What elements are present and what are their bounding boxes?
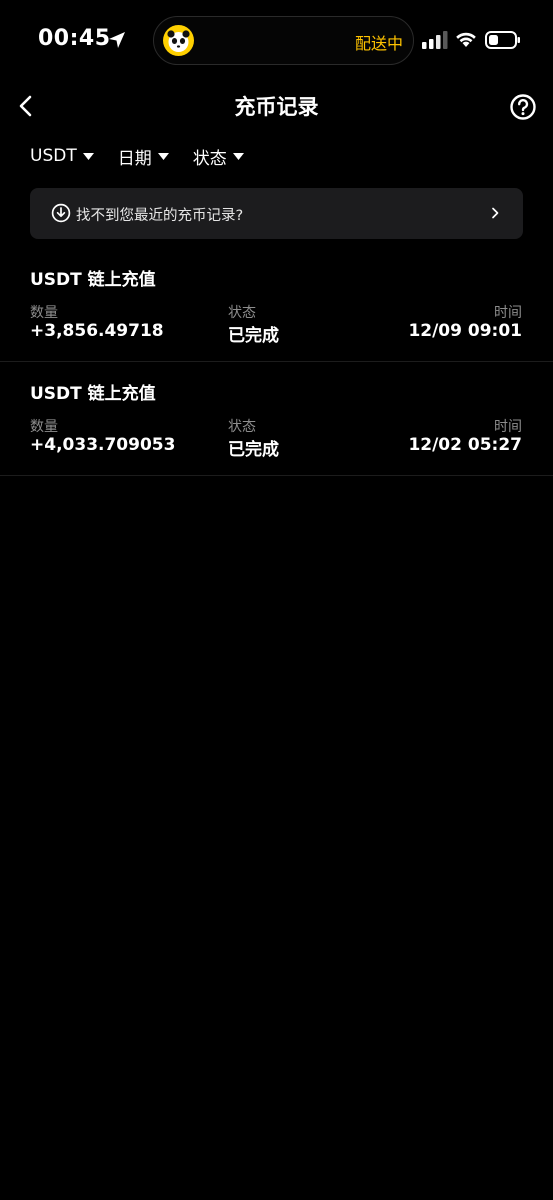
status-time: 00:45 xyxy=(38,26,111,51)
caret-down-icon xyxy=(82,152,94,160)
time-value: 12/09 09:01 xyxy=(408,321,522,341)
delivery-status-text: 配送中 xyxy=(354,34,403,53)
filter-coin[interactable]: USDT xyxy=(30,142,94,170)
location-arrow-icon xyxy=(109,32,125,48)
amount-value: +4,033.709053 xyxy=(30,435,176,455)
time-label: 时间 xyxy=(494,419,522,435)
page-title: 充币记录 xyxy=(234,95,319,119)
time-label: 时间 xyxy=(494,305,522,321)
status-value: 已完成 xyxy=(228,440,279,460)
filter-status-label: 状态 xyxy=(192,148,227,169)
notice-text: 找不到您最近的充币记录? xyxy=(76,208,244,224)
status-value: 已完成 xyxy=(228,326,279,346)
deposit-record[interactable]: USDT 链上充值 数量 +4,033.709053 状态 已完成 时间 12/… xyxy=(0,362,553,476)
dynamic-island[interactable]: 配送中 xyxy=(153,16,414,65)
filter-coin-label: USDT xyxy=(30,146,77,166)
missing-deposit-notice[interactable]: 找不到您最近的充币记录? xyxy=(30,188,523,239)
caret-down-icon xyxy=(232,152,244,160)
wifi-icon xyxy=(456,32,476,47)
question-circle-icon[interactable] xyxy=(509,93,537,121)
amount-label: 数量 xyxy=(30,305,58,321)
filter-date[interactable]: 日期 xyxy=(118,142,169,170)
amount-value: +3,856.49718 xyxy=(30,321,164,341)
battery-icon xyxy=(485,31,520,49)
nav-bar: 充币记录 xyxy=(0,80,553,132)
amount-label: 数量 xyxy=(30,419,58,435)
panda-app-icon xyxy=(163,25,194,56)
status-bar: 00:45 配送中 xyxy=(0,0,553,80)
filter-bar: USDT 日期 状态 xyxy=(30,142,268,170)
deposit-record[interactable]: USDT 链上充值 数量 +3,856.49718 状态 已完成 时间 12/0… xyxy=(0,248,553,362)
time-value: 12/02 05:27 xyxy=(408,435,522,455)
status-label: 状态 xyxy=(228,419,256,435)
filter-status[interactable]: 状态 xyxy=(193,142,244,170)
caret-down-icon xyxy=(157,152,169,160)
record-title: USDT 链上充值 xyxy=(30,270,156,290)
status-label: 状态 xyxy=(228,305,256,321)
deposit-history-screen: 00:45 配送中 充币记录 USDT 日期 状态 找不到您最近的充币记录? U… xyxy=(0,0,553,1200)
chevron-right-icon xyxy=(492,207,499,219)
cellular-signal-icon xyxy=(422,31,448,49)
filter-date-label: 日期 xyxy=(117,148,152,169)
record-title: USDT 链上充值 xyxy=(30,384,156,404)
download-circle-icon xyxy=(51,203,71,223)
